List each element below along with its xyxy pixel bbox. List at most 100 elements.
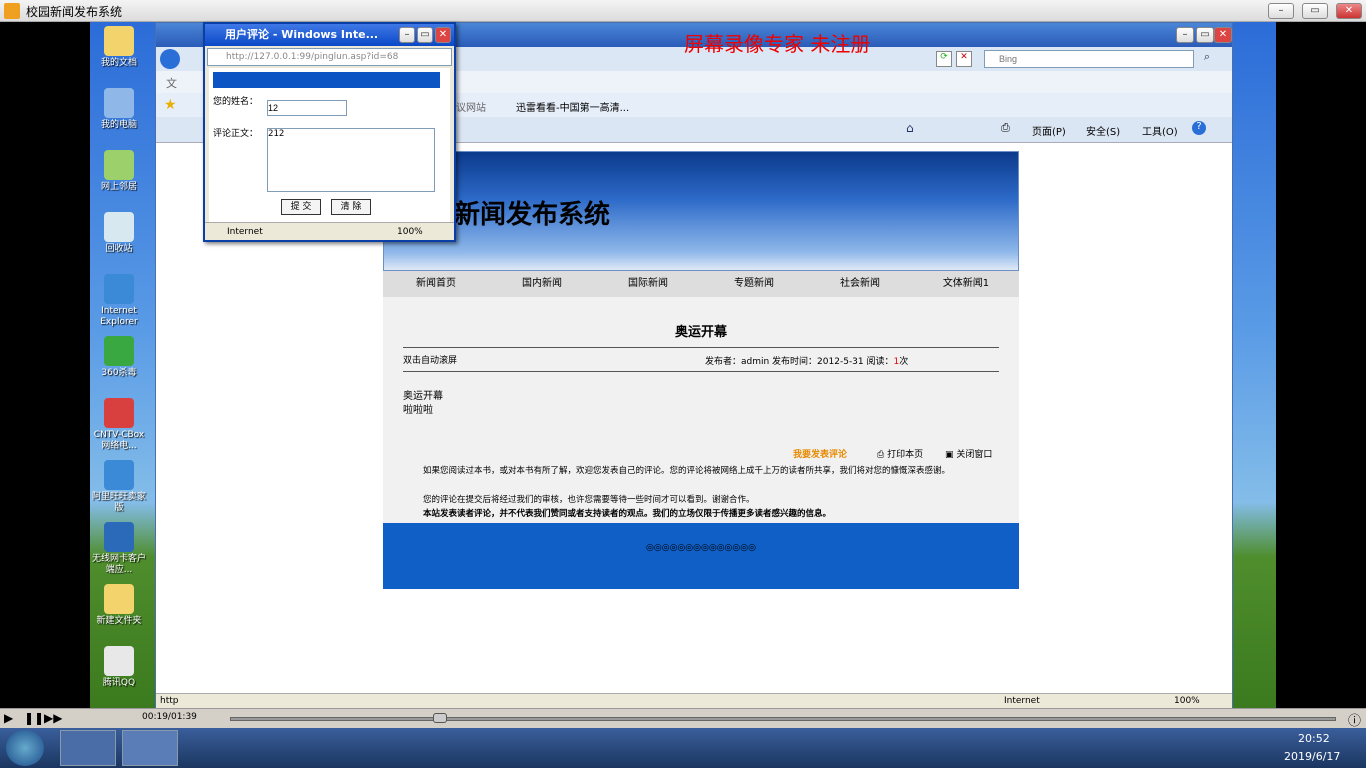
start-button[interactable] xyxy=(6,730,44,766)
fast-forward-button[interactable]: ▶▶ xyxy=(44,711,62,725)
stop-icon[interactable]: ✕ xyxy=(956,51,972,67)
popup-header-bar xyxy=(213,72,440,88)
site-footer: ◎◎◎◎◎◎◎◎◎◎◎◎◎◎ xyxy=(383,523,1019,589)
article-title: 奥运开幕 xyxy=(674,325,727,340)
comment-popup-window: 用户评论 - Windows Inte... – ▭ ✕ http://127.… xyxy=(203,22,456,242)
nav-society[interactable]: 社会新闻 xyxy=(807,271,913,297)
desktop-icon[interactable]: 腾讯QQ xyxy=(90,646,148,689)
desktop-icon-label: 我的文档 xyxy=(100,58,137,68)
nav-international[interactable]: 国际新闻 xyxy=(595,271,701,297)
ie-statusbar: http Internet 100% xyxy=(156,693,1232,708)
documents-icon xyxy=(104,26,134,56)
popup-close-button[interactable]: ✕ xyxy=(435,27,451,43)
ie-close-button[interactable]: ✕ xyxy=(1214,27,1232,43)
desktop-icon-label: 回收站 xyxy=(105,244,133,254)
name-label: 您的姓名： xyxy=(213,97,259,107)
desktop-icon[interactable]: 阿里旺旺卖家版 xyxy=(90,460,148,514)
popup-address: http://127.0.0.1:99/pinglun.asp?id=68 xyxy=(207,48,452,66)
fav-item-xunlei[interactable]: 迅雷看看-中国第一高清... xyxy=(516,99,629,114)
site-nav: 新闻首页 国内新闻 国际新闻 专题新闻 社会新闻 文体新闻1 xyxy=(383,271,1019,297)
nav-special[interactable]: 专题新闻 xyxy=(701,271,807,297)
popup-maximize-button[interactable]: ▭ xyxy=(417,27,433,43)
nav-domestic[interactable]: 国内新闻 xyxy=(489,271,595,297)
ie-minimize-button[interactable]: – xyxy=(1176,27,1194,43)
help-icon[interactable]: ? xyxy=(1192,121,1206,135)
tool-safety[interactable]: 安全(S) xyxy=(1086,123,1120,138)
banner-title: 新闻发布系统 xyxy=(454,200,611,230)
meta-prefix: 发布者：admin 发布时间：2012-5-31 阅读： xyxy=(705,357,894,367)
folder-icon xyxy=(104,584,134,614)
nav-sports[interactable]: 文体新闻1 xyxy=(913,271,1019,297)
scroll-hint: 双击自动滚屏 xyxy=(403,356,458,366)
progress-thumb[interactable] xyxy=(433,713,448,723)
maximize-button[interactable]: ▭ xyxy=(1302,3,1328,19)
nav-home[interactable]: 新闻首页 xyxy=(383,271,489,297)
wireless-icon xyxy=(104,522,134,552)
antivirus-icon xyxy=(104,336,134,366)
zoom-label[interactable]: 100% xyxy=(1174,696,1200,706)
desktop-icon-label: 阿里旺旺卖家版 xyxy=(91,492,146,513)
progress-track[interactable] xyxy=(230,717,1336,721)
desktop-icon-label: 新建文件夹 xyxy=(96,616,142,626)
status-text: http xyxy=(160,696,179,706)
desktop-icon[interactable]: CNTV-CBox 网络电... xyxy=(90,398,148,452)
desktop-icon[interactable]: 我的文档 xyxy=(90,26,148,69)
comment-link[interactable]: 我要发表评论 xyxy=(793,447,847,460)
notice3: 本站发表读者评论，并不代表我们赞同或者支持读者的观点。我们的立场仅限于传播更多读… xyxy=(423,509,832,519)
clear-button[interactable]: 清 除 xyxy=(331,199,371,215)
back-icon[interactable] xyxy=(160,49,180,69)
print-label: 打印本页 xyxy=(887,450,924,460)
article-body-line1: 奥运开幕 xyxy=(403,391,443,402)
desktop-icon[interactable]: 360杀毒 xyxy=(90,336,148,379)
chat-icon xyxy=(104,460,134,490)
clock-time[interactable]: 20:52 xyxy=(1298,732,1330,745)
recorder-taskbar-icon[interactable] xyxy=(122,730,178,766)
clock-date[interactable]: 2019/6/17 xyxy=(1284,750,1340,763)
refresh-icon[interactable]: ⟳ xyxy=(936,51,952,67)
explorer-taskbar-icon[interactable] xyxy=(60,730,116,766)
article-meta: 发布者：admin 发布时间：2012-5-31 阅读：1次 xyxy=(705,354,908,367)
menu-hint[interactable]: 文 xyxy=(166,75,177,91)
ie-maximize-button[interactable]: ▭ xyxy=(1196,27,1214,43)
desktop-icon-label: CNTV-CBox 网络电... xyxy=(93,430,145,451)
desktop-icon[interactable]: 网上邻居 xyxy=(90,150,148,193)
close-button[interactable]: ✕ xyxy=(1336,3,1362,19)
desktop-icon-label: 腾讯QQ xyxy=(102,678,136,688)
name-field[interactable] xyxy=(267,100,347,116)
close-label: 关闭窗口 xyxy=(956,450,993,460)
zone-label: Internet xyxy=(1004,696,1040,706)
desktop-icon[interactable]: 回收站 xyxy=(90,212,148,255)
search-icon[interactable]: ⌕ xyxy=(1198,50,1216,68)
home-icon[interactable]: ⌂ xyxy=(906,121,914,135)
divider xyxy=(403,371,999,372)
desktop-icon[interactable]: 无线网卡客户端应... xyxy=(90,522,148,576)
favorites-star-icon[interactable]: ★ xyxy=(164,97,177,113)
search-input[interactable] xyxy=(984,50,1194,68)
print-icon[interactable]: ⎙ xyxy=(1001,121,1010,135)
desktop-icon[interactable]: Internet Explorer xyxy=(90,274,148,328)
time-display: 00:19/01:39 xyxy=(142,712,197,722)
desktop-icon-label: 360杀毒 xyxy=(101,368,137,378)
comment-textarea[interactable]: 212 xyxy=(267,128,435,192)
info-icon[interactable]: ⓘ xyxy=(1348,710,1361,729)
ie-icon xyxy=(104,274,134,304)
minimize-button[interactable]: – xyxy=(1268,3,1294,19)
desktop-icon[interactable]: 新建文件夹 xyxy=(90,584,148,627)
close-window-link[interactable]: ▣ 关闭窗口 xyxy=(945,447,992,460)
popup-zoom[interactable]: 100% xyxy=(397,223,423,241)
tool-tools[interactable]: 工具(O) xyxy=(1142,123,1178,138)
fav-item-sites[interactable]: 议网站 xyxy=(456,99,486,114)
taskbar: 20:52 2019/6/17 xyxy=(0,728,1366,768)
play-button[interactable]: ▶ xyxy=(4,711,13,725)
popup-minimize-button[interactable]: – xyxy=(399,27,415,43)
desktop-icon-label: 我的电脑 xyxy=(100,120,137,130)
popup-statusbar: Internet 100% xyxy=(205,222,454,240)
article-body-line2: 啦啦啦 xyxy=(403,405,433,416)
submit-button[interactable]: 提 交 xyxy=(281,199,321,215)
player-title: 校园新闻发布系统 xyxy=(26,5,123,19)
notice2: 您的评论在提交后将经过我们的审核，也许您需要等待一些时间才可以看到。谢谢合作。 xyxy=(423,495,755,505)
tool-page[interactable]: 页面(P) xyxy=(1032,123,1066,138)
print-page-link[interactable]: ⎙ 打印本页 xyxy=(877,447,923,460)
desktop-icon[interactable]: 我的电脑 xyxy=(90,88,148,131)
pause-button[interactable]: ❚❚ xyxy=(24,711,44,725)
